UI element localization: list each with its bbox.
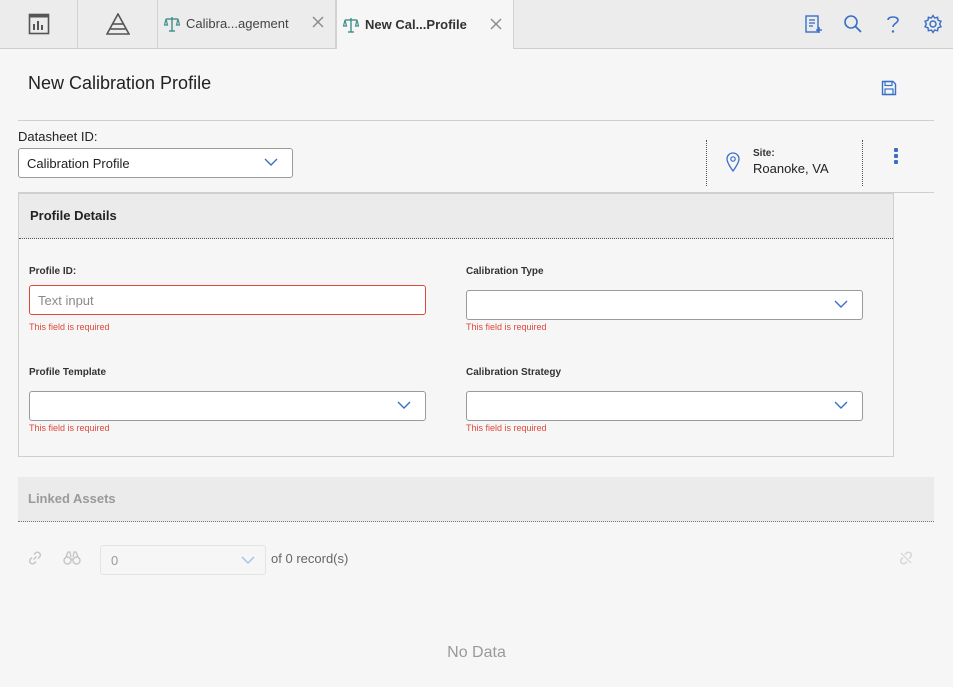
chevron-down-icon xyxy=(397,401,411,409)
chevron-down-icon xyxy=(834,300,848,308)
strategy-button[interactable] xyxy=(78,0,158,48)
profile-id-label: Profile ID: xyxy=(29,266,77,277)
search-button[interactable] xyxy=(833,0,873,48)
tab-calibration-management[interactable]: Calibra...agement xyxy=(158,0,336,48)
datasheet-id-value: Calibration Profile xyxy=(27,156,130,171)
tab-new-calibration-profile[interactable]: New Cal...Profile xyxy=(336,0,514,49)
empty-state-text: No Data xyxy=(447,644,506,661)
scale-icon xyxy=(164,17,180,32)
binoculars-icon xyxy=(63,551,81,565)
new-record-button[interactable] xyxy=(793,0,833,48)
profile-details-section: Profile Details Profile ID: Text input T… xyxy=(18,193,894,457)
divider xyxy=(18,120,934,121)
datasheet-id-label: Datasheet ID: xyxy=(18,129,98,144)
scale-icon xyxy=(343,18,359,33)
profile-template-select[interactable] xyxy=(29,391,426,421)
gear-icon xyxy=(924,14,942,34)
kebab-dot xyxy=(894,154,898,158)
section-heading: Profile Details xyxy=(30,208,117,223)
calibration-type-error: This field is required xyxy=(466,322,547,332)
save-button[interactable] xyxy=(881,80,897,101)
profile-details-header: Profile Details xyxy=(19,194,893,239)
dashboard-icon xyxy=(28,13,49,35)
calibration-strategy-error: This field is required xyxy=(466,423,547,433)
calibration-type-select[interactable] xyxy=(466,290,863,320)
site-label: Site: xyxy=(753,148,775,159)
page-select[interactable]: 0 xyxy=(100,545,266,575)
profile-template-error: This field is required xyxy=(29,423,110,433)
pyramid-icon xyxy=(105,13,130,35)
calibration-strategy-label: Calibration Strategy xyxy=(466,367,562,378)
tab-label: Calibra...agement xyxy=(186,16,289,31)
calibration-strategy-select[interactable] xyxy=(466,391,863,421)
site-value: Roanoke, VA xyxy=(753,161,829,176)
top-navigation-bar: Calibra...agement New Cal...Profile xyxy=(0,0,953,49)
tab-label: New Cal...Profile xyxy=(365,17,467,32)
unlink-icon xyxy=(899,551,913,565)
close-icon[interactable] xyxy=(489,17,503,31)
profile-id-placeholder: Text input xyxy=(38,293,94,308)
page-value: 0 xyxy=(111,553,119,568)
profile-id-error: This field is required xyxy=(29,322,110,332)
settings-button[interactable] xyxy=(913,0,953,48)
linked-assets-header: Linked Assets xyxy=(18,477,934,522)
location-pin-icon xyxy=(726,152,740,172)
datasheet-id-select[interactable]: Calibration Profile xyxy=(18,148,293,178)
dashboard-button[interactable] xyxy=(0,0,78,48)
save-icon xyxy=(881,80,897,96)
clipboard-add-icon xyxy=(805,15,822,33)
help-icon xyxy=(887,16,899,33)
link-icon xyxy=(28,551,42,565)
search-icon xyxy=(844,15,862,33)
kebab-dot xyxy=(894,148,898,152)
profile-id-input[interactable]: Text input xyxy=(29,285,426,315)
find-asset-button[interactable] xyxy=(63,550,81,571)
chevron-down-icon xyxy=(241,556,255,564)
top-toolbar xyxy=(793,0,953,48)
profile-template-label: Profile Template xyxy=(29,367,107,378)
records-suffix: record(s) xyxy=(296,551,349,566)
record-count-value: 0 xyxy=(285,551,293,566)
section-heading: Linked Assets xyxy=(28,491,116,506)
unlink-asset-button[interactable] xyxy=(898,550,914,571)
link-asset-button[interactable] xyxy=(27,550,43,571)
chevron-down-icon xyxy=(834,401,848,409)
page-title: New Calibration Profile xyxy=(28,73,212,93)
site-selector[interactable]: Site: Roanoke, VA xyxy=(706,140,863,186)
record-count: of 0 record(s) xyxy=(271,551,348,566)
of-text: of xyxy=(271,551,282,566)
help-button[interactable] xyxy=(873,0,913,48)
calibration-type-label: Calibration Type xyxy=(466,266,544,277)
close-icon[interactable] xyxy=(311,15,325,29)
kebab-dot xyxy=(894,160,898,164)
chevron-down-icon xyxy=(264,158,278,166)
more-options-button[interactable] xyxy=(889,148,903,166)
